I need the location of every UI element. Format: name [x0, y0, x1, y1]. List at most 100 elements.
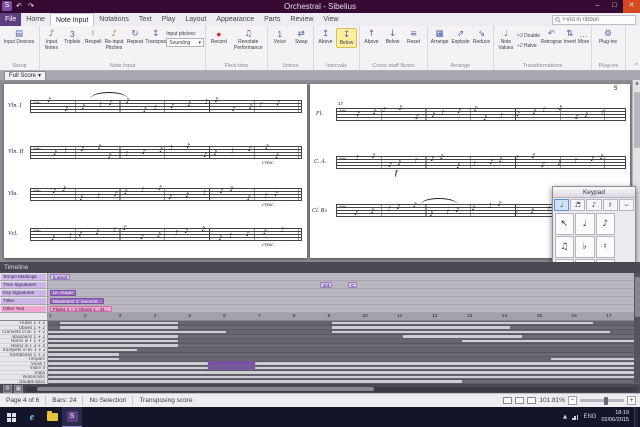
staff-vln1[interactable]: ♭♭♭♭♭ ♪♪♪♪♪♪♪♪♪♪♪♪♪♪♪♪	[30, 100, 302, 113]
bar-number[interactable]: 10	[361, 313, 396, 320]
activity-segment[interactable]	[48, 335, 178, 338]
timesig-chip[interactable]: C	[348, 282, 357, 289]
key-signatures-label[interactable]: Key Signatures	[1, 290, 46, 297]
ribbon-tab[interactable]: Review	[285, 13, 318, 26]
bar-number[interactable]: 5	[187, 313, 222, 320]
scrollbar-thumb[interactable]	[37, 387, 374, 391]
activity-segment[interactable]	[551, 358, 640, 361]
swap-button[interactable]: ⇄ Swap	[291, 28, 313, 46]
triplets-button[interactable]: 3 Triplets	[62, 28, 83, 51]
undo-icon[interactable]: ↶	[14, 1, 24, 11]
ribbon-tab[interactable]: View	[318, 13, 343, 26]
sounding-dropdown[interactable]: Sounding ▾	[166, 38, 204, 47]
activity-segment[interactable]	[462, 340, 640, 343]
activity-segment[interactable]	[403, 335, 521, 338]
bar-number[interactable]: 3	[118, 313, 153, 320]
app-icon[interactable]: S	[2, 1, 12, 11]
record-button[interactable]: ● Record	[207, 28, 231, 51]
voice-button[interactable]: 1 Voice	[269, 28, 291, 46]
bar-number[interactable]: 9	[327, 313, 362, 320]
instrument-name[interactable]: Double bass	[0, 380, 48, 385]
selected-segment[interactable]	[208, 362, 255, 365]
timeline-panel-title[interactable]: Timeline	[0, 262, 640, 273]
reduce-button[interactable]: ⇘ Reduce	[471, 28, 492, 46]
keypad-tab[interactable]: ♩	[554, 199, 569, 211]
collapse-ribbon-icon[interactable]: ^	[635, 63, 638, 69]
ribbon-tab[interactable]: Layout	[180, 13, 211, 26]
bar-number[interactable]: 8	[292, 313, 327, 320]
scroll-up-icon[interactable]: ▲	[633, 80, 640, 88]
activity-segment[interactable]	[48, 353, 119, 356]
title-chip[interactable]: Movement 1: (excerpt...	[50, 298, 104, 305]
activity-segment[interactable]	[48, 362, 640, 365]
timeline-view-icon[interactable]: ▦	[14, 385, 23, 393]
zoom-slider[interactable]	[580, 399, 624, 402]
bar-number[interactable]: 4	[152, 313, 187, 320]
ribbon-tab[interactable]: Appearance	[211, 13, 259, 26]
invert-button[interactable]: ⇅ Invert	[562, 28, 577, 51]
repeat-button[interactable]: ↻ Repeat	[125, 28, 146, 51]
bar-number[interactable]: 11	[396, 313, 431, 320]
other-text-chip[interactable]: Flutes 1 + 2 Oboes 1...41...	[50, 306, 112, 313]
close-button[interactable]: ✕	[623, 0, 640, 13]
staff-vcl[interactable]: ♭♭♭♭♭ cresc. ♪♪♪♪♪♪♪♪♪♪♪♪♪♪♪♪	[30, 228, 302, 241]
activity-segment[interactable]	[48, 344, 178, 347]
activity-segment[interactable]	[60, 326, 178, 329]
halve-button[interactable]: ÷2 Halve	[517, 41, 541, 50]
note-values-button[interactable]: ♩ Note Values	[495, 28, 517, 51]
score-area[interactable]: 5 Vln. I ♭♭♭♭♭ ♪♪♪♪♪♪♪♪♪♪♪♪♪♪♪♪ Vln. II …	[0, 80, 640, 262]
keypad-key[interactable]: ♮	[596, 236, 616, 258]
file-explorer-taskbar-icon[interactable]	[42, 407, 62, 427]
cross-staff-below-button[interactable]: ↓ Below	[382, 28, 403, 46]
renotate-performance-button[interactable]: ♫ Renotate Performance	[231, 28, 266, 51]
cross-staff-reset-button[interactable]: ≡ Reset	[403, 28, 424, 46]
more-button[interactable]: … More	[577, 28, 590, 51]
activity-segment[interactable]	[48, 331, 226, 334]
tempo-chip[interactable]: [Largo]	[50, 274, 70, 281]
status-transposing[interactable]: Transposing score	[133, 397, 198, 404]
timeline-horizontal-scrollbar[interactable]	[25, 387, 637, 392]
activity-segment[interactable]	[48, 367, 640, 370]
keypad-key[interactable]: ↔	[575, 259, 595, 263]
activity-segment[interactable]	[48, 380, 462, 383]
keypad-title[interactable]: Keypad	[553, 187, 635, 198]
staff-ca[interactable]: ♭♭♭♭♭ f ♪♪♪♪♪♪♪♪♪♪♪♪♪♪♪♪♪♪	[336, 156, 626, 169]
bar-number[interactable]: 2	[83, 313, 118, 320]
other-text-label[interactable]: Other Text	[1, 306, 46, 313]
interval-below-button[interactable]: ↧ Below	[336, 28, 357, 48]
view-mode-icon[interactable]	[527, 397, 536, 404]
ribbon-tab[interactable]: Play	[157, 13, 181, 26]
cross-staff-above-button[interactable]: ↑ Above	[361, 28, 382, 46]
activity-segment[interactable]	[60, 322, 178, 325]
keypad-tab[interactable]: ♬	[570, 199, 585, 211]
titles-label[interactable]: Titles	[1, 298, 46, 305]
clock[interactable]: 18:19 02/06/2015	[601, 410, 629, 424]
bar-number[interactable]: 1	[48, 313, 83, 320]
bar-number[interactable]: 15	[536, 313, 571, 320]
network-icon[interactable]	[572, 415, 578, 420]
keypad-key[interactable]: ♬	[596, 259, 616, 263]
keypad-key[interactable]: ♫	[555, 236, 575, 258]
keypad-tab[interactable]: ♪	[586, 199, 601, 211]
staff-vln2[interactable]: ♭♭♭♭♭ cresc. ♪♪♪♪♪♪♪♪♪♪♪♪♪♪♪♪	[30, 146, 302, 159]
selected-segment[interactable]	[208, 367, 255, 370]
plugins-button[interactable]: ⚙ Plug-ins	[593, 28, 623, 46]
instrument-activity-track[interactable]	[48, 380, 640, 385]
activity-segment[interactable]	[48, 349, 137, 352]
browser-taskbar-icon[interactable]: e	[22, 407, 42, 427]
respell-button[interactable]: ♮ Respell	[83, 28, 104, 51]
sibelius-taskbar-icon[interactable]: S	[62, 407, 82, 427]
bar-number[interactable]: 16	[570, 313, 605, 320]
view-mode-icon[interactable]	[515, 397, 524, 404]
scrollbar-thumb[interactable]	[634, 92, 640, 148]
staff-fl[interactable]: ♭♭♭♭♭ 17 ♪♪♪♪♪♪♪♪♪♪♪♪♪♪♪♪♪♪	[336, 108, 626, 121]
activity-segment[interactable]	[332, 326, 510, 329]
activity-segment[interactable]	[332, 331, 610, 334]
double-button[interactable]: ×2 Double	[517, 31, 541, 40]
ribbon-tab[interactable]: Home	[21, 13, 50, 26]
timeline-vertical-scrollbar[interactable]	[634, 273, 640, 383]
interval-above-button[interactable]: ↥ Above	[315, 28, 336, 48]
view-mode-icon[interactable]	[503, 397, 512, 404]
time-signatures-label[interactable]: Time Signatures	[1, 282, 46, 289]
keypad-tab[interactable]: ⌣	[619, 199, 634, 211]
